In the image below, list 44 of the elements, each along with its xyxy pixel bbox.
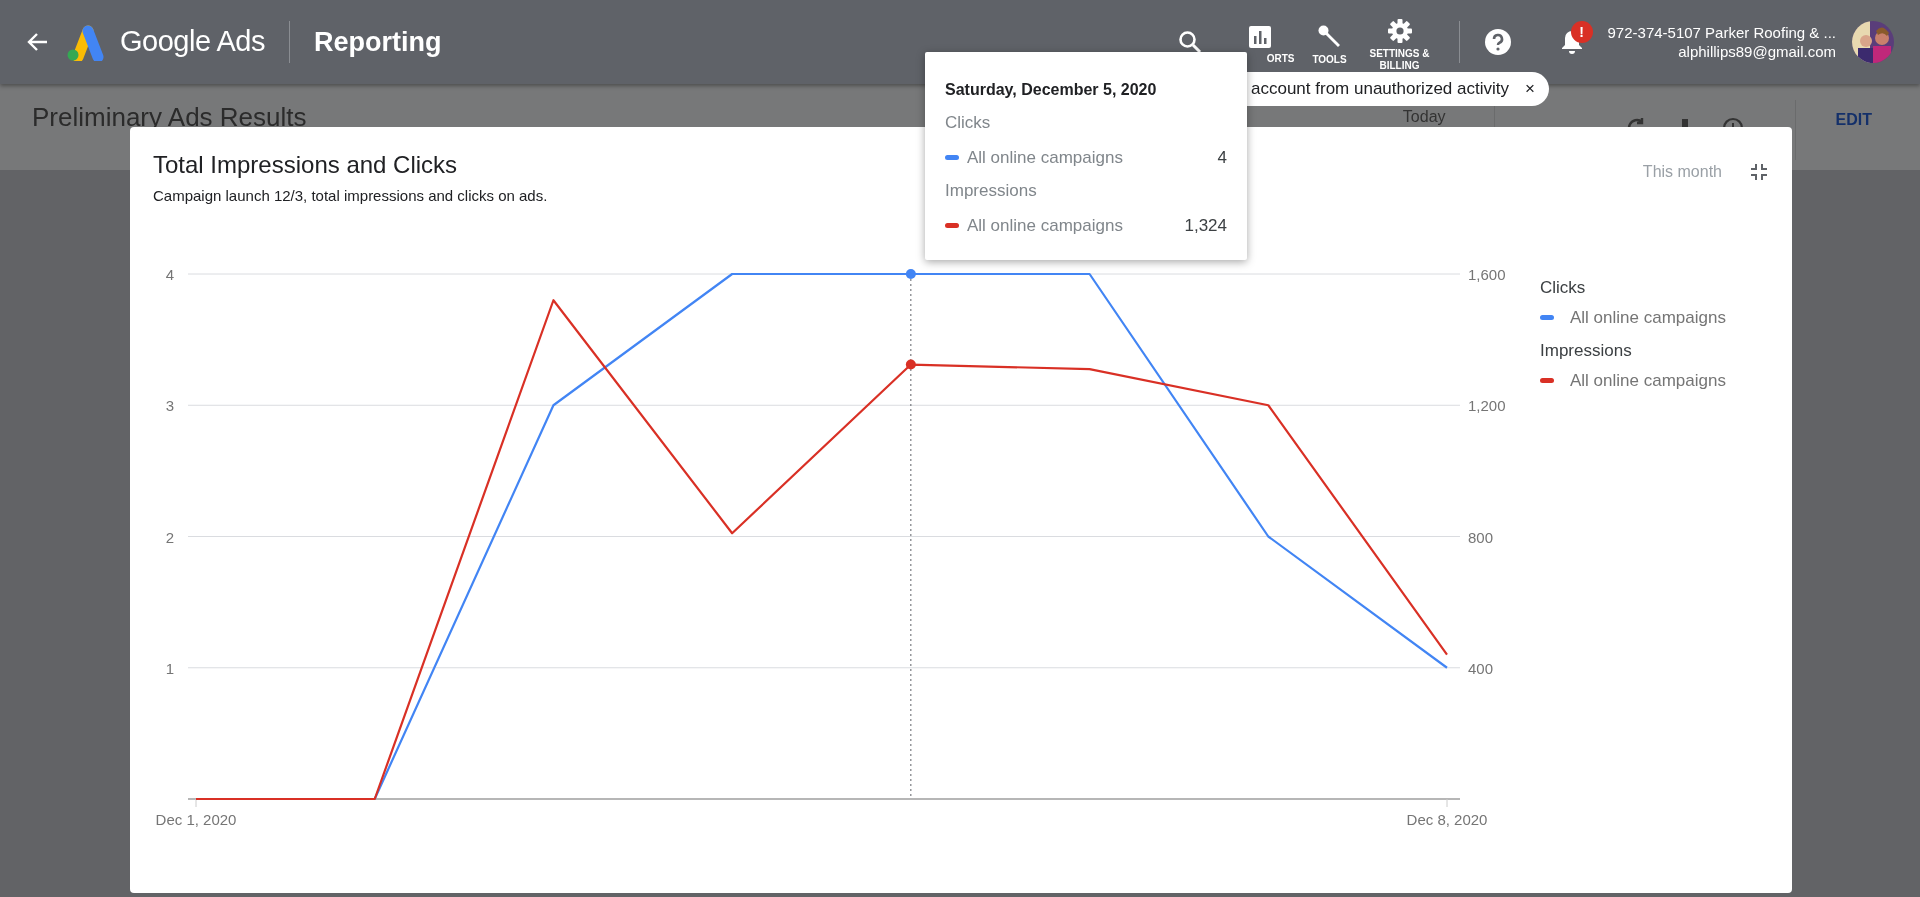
data-point — [905, 359, 916, 370]
y-axis-label: 1 — [165, 659, 174, 677]
legend-label[interactable]: All online campaigns — [1570, 304, 1726, 330]
legend-heading: Clicks — [1540, 277, 1587, 299]
date-range[interactable]: Today — [1402, 105, 1446, 129]
product-name: Google Ads — [120, 24, 265, 60]
tooltip-series: All online campaigns — [967, 214, 1123, 237]
date-range-label[interactable]: This month — [1642, 160, 1722, 184]
close-button[interactable]: × — [1524, 76, 1535, 102]
y-axis-label: 400 — [1468, 659, 1494, 677]
account-name: 972-374-5107 Parker Roofing & ... — [1607, 23, 1836, 42]
legend-label[interactable]: All online campaigns — [1570, 367, 1726, 393]
nav-button[interactable]: TOOLS — [1294, 24, 1365, 66]
y-axis-label: 4 — [165, 266, 174, 283]
tooltip-value: 4 — [1217, 146, 1227, 169]
legend-heading: Impressions — [1540, 340, 1633, 362]
nav-button[interactable]: ORTS — [1224, 25, 1295, 65]
report-title: Preliminary Ads Results — [32, 101, 307, 134]
alert-badge: ! — [1570, 21, 1593, 43]
account-email: alphillips89@gmail.com — [1677, 42, 1836, 61]
tooltip-heading: Clicks — [945, 112, 992, 134]
back-icon[interactable] — [26, 32, 48, 52]
y-axis-label: 1,200 — [1468, 397, 1506, 415]
nav-button[interactable]: SETTINGS & BILLING — [1364, 18, 1435, 72]
page-title: Reporting — [313, 25, 442, 59]
tooltip-series: All online campaigns — [967, 146, 1123, 169]
bar-chart-icon — [1247, 25, 1272, 49]
help-icon[interactable] — [1483, 28, 1512, 56]
x-axis-label: Dec 8, 2020 — [1406, 811, 1488, 828]
tooltip-date: Saturday, December 5, 2020 — [945, 80, 1158, 100]
x-axis-label: Dec 1, 2020 — [155, 811, 237, 828]
alert-message: account from unauthorized activity — [1251, 78, 1509, 101]
chart-subtitle: Campaign launch 12/3, total impressions and clicks on ads. — [153, 186, 548, 206]
y-axis-label: 800 — [1468, 528, 1494, 546]
chart-title: Total Impressions and Clicks — [153, 150, 459, 180]
gear-icon — [1386, 18, 1413, 44]
y-axis-label: 1,600 — [1468, 266, 1506, 283]
y-axis-label: 3 — [165, 397, 174, 415]
tooltip-value: 1,324 — [1184, 214, 1227, 237]
collapse-icon[interactable] — [1750, 163, 1768, 181]
y-axis-label: 2 — [165, 528, 174, 546]
data-point — [905, 269, 916, 279]
edit-button[interactable]: EDIT — [1835, 108, 1872, 132]
tooltip-heading: Impressions — [945, 180, 1038, 202]
